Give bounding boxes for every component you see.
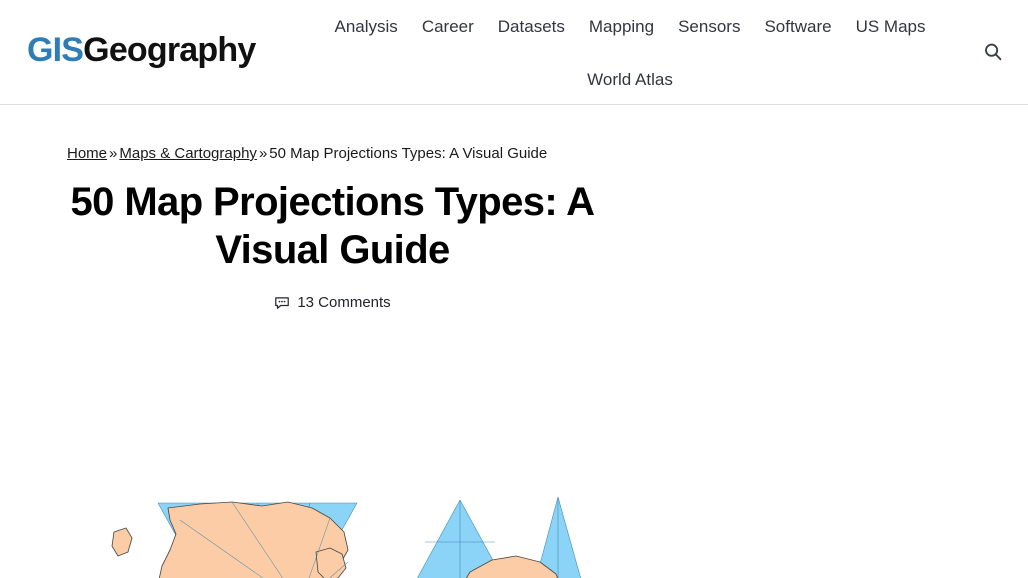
search-icon [985, 43, 1002, 61]
nav-item-sensors[interactable]: Sensors [678, 13, 740, 40]
nav-item-career[interactable]: Career [422, 13, 474, 40]
nav-row-2: World Atlas [300, 66, 960, 93]
nav-item-analysis[interactable]: Analysis [335, 13, 398, 40]
breadcrumb-link-maps-cartography[interactable]: Maps & Cartography [119, 145, 257, 162]
site-header: GISGeography Analysis Career Datasets Ma… [0, 0, 1028, 105]
nav-item-datasets[interactable]: Datasets [498, 13, 565, 40]
breadcrumb-separator-2: » [258, 145, 268, 162]
primary-navigation: Analysis Career Datasets Mapping Sensors… [300, 0, 960, 93]
page-title: 50 Map Projections Types: A Visual Guide [70, 180, 596, 272]
nav-row-1: Analysis Career Datasets Mapping Sensors… [300, 13, 960, 40]
figure-background [0, 392, 1028, 578]
search-button[interactable] [980, 39, 1006, 65]
breadcrumb-separator-1: » [109, 145, 118, 162]
dymaxion-map-projection-svg [0, 392, 1028, 578]
comments-count-label[interactable]: 13 Comments [297, 293, 390, 313]
comments-meta: 13 Comments [52, 293, 613, 313]
breadcrumb-link-home[interactable]: Home [67, 145, 107, 162]
nav-item-mapping[interactable]: Mapping [589, 13, 654, 40]
nav-item-world-atlas[interactable]: World Atlas [587, 66, 673, 93]
nav-item-software[interactable]: Software [764, 13, 831, 40]
comment-bubble-icon [275, 297, 290, 309]
nav-item-us-maps[interactable]: US Maps [856, 13, 926, 40]
site-logo[interactable]: GISGeography [27, 30, 256, 70]
article-featured-image [0, 392, 1028, 578]
breadcrumb-current-page: 50 Map Projections Types: A Visual Guide [269, 145, 548, 162]
logo-gis-text: GIS [27, 31, 84, 69]
logo-geography-text: Geography [83, 31, 256, 69]
breadcrumb: Home» Maps & Cartography» 50 Map Projectio… [67, 143, 547, 165]
